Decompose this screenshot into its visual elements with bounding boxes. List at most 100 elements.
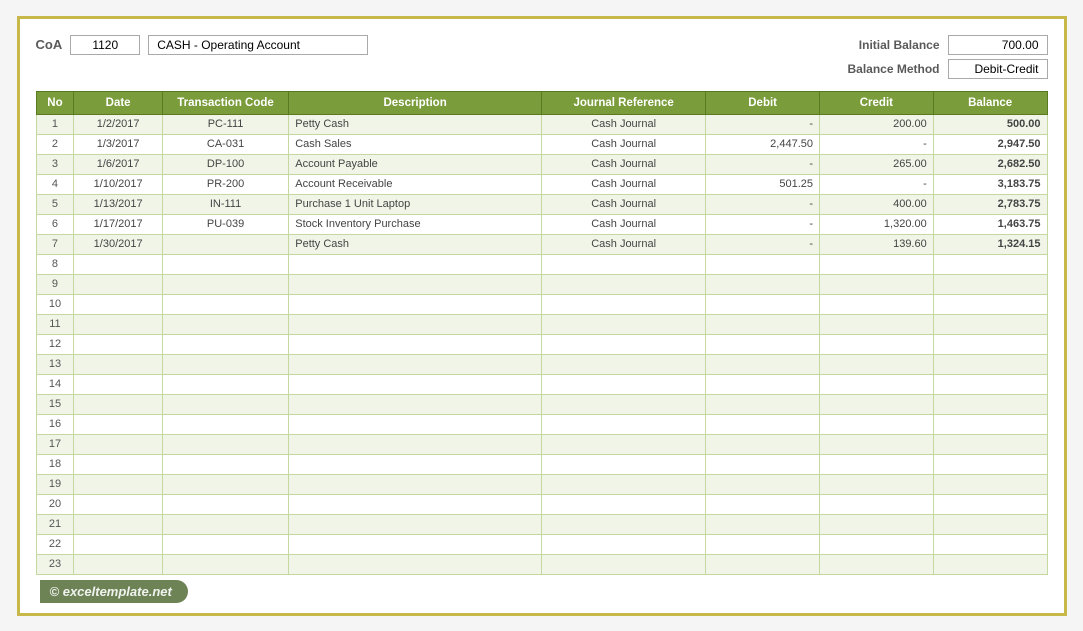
table-cell[interactable]: 8 bbox=[36, 254, 74, 274]
table-cell[interactable] bbox=[162, 354, 288, 374]
table-cell[interactable] bbox=[541, 274, 705, 294]
table-cell[interactable] bbox=[706, 334, 820, 354]
table-cell[interactable] bbox=[541, 394, 705, 414]
table-cell[interactable] bbox=[820, 414, 934, 434]
table-cell[interactable] bbox=[820, 494, 934, 514]
table-cell[interactable]: 4 bbox=[36, 174, 74, 194]
table-cell[interactable] bbox=[820, 554, 934, 574]
table-cell[interactable] bbox=[706, 274, 820, 294]
table-cell[interactable]: 1/3/2017 bbox=[74, 134, 162, 154]
table-cell[interactable]: 1 bbox=[36, 114, 74, 134]
table-cell[interactable] bbox=[706, 554, 820, 574]
table-cell[interactable]: 2,783.75 bbox=[933, 194, 1047, 214]
table-cell[interactable]: 23 bbox=[36, 554, 74, 574]
table-cell[interactable] bbox=[933, 374, 1047, 394]
table-cell[interactable]: - bbox=[706, 214, 820, 234]
table-cell[interactable] bbox=[74, 474, 162, 494]
table-cell[interactable]: 18 bbox=[36, 454, 74, 474]
table-cell[interactable] bbox=[933, 354, 1047, 374]
table-cell[interactable] bbox=[706, 314, 820, 334]
table-cell[interactable]: 2,447.50 bbox=[706, 134, 820, 154]
table-cell[interactable]: 1/6/2017 bbox=[74, 154, 162, 174]
table-cell[interactable]: 1/17/2017 bbox=[74, 214, 162, 234]
table-cell[interactable] bbox=[541, 334, 705, 354]
table-cell[interactable] bbox=[820, 434, 934, 454]
table-cell[interactable] bbox=[541, 374, 705, 394]
table-cell[interactable]: 265.00 bbox=[820, 154, 934, 174]
table-cell[interactable] bbox=[162, 274, 288, 294]
table-cell[interactable]: 2,947.50 bbox=[933, 134, 1047, 154]
table-cell[interactable] bbox=[933, 514, 1047, 534]
table-cell[interactable]: 2,682.50 bbox=[933, 154, 1047, 174]
table-cell[interactable] bbox=[933, 474, 1047, 494]
table-cell[interactable] bbox=[74, 434, 162, 454]
table-cell[interactable] bbox=[706, 254, 820, 274]
table-cell[interactable] bbox=[933, 534, 1047, 554]
table-cell[interactable]: 501.25 bbox=[706, 174, 820, 194]
coa-code[interactable]: 1120 bbox=[70, 35, 140, 55]
table-cell[interactable]: Petty Cash bbox=[289, 114, 542, 134]
table-cell[interactable] bbox=[541, 294, 705, 314]
table-cell[interactable] bbox=[162, 294, 288, 314]
table-cell[interactable]: 3,183.75 bbox=[933, 174, 1047, 194]
table-cell[interactable] bbox=[706, 414, 820, 434]
table-cell[interactable] bbox=[162, 434, 288, 454]
table-cell[interactable] bbox=[289, 314, 542, 334]
table-cell[interactable] bbox=[933, 554, 1047, 574]
table-cell[interactable] bbox=[820, 274, 934, 294]
table-cell[interactable] bbox=[541, 254, 705, 274]
table-cell[interactable] bbox=[289, 274, 542, 294]
table-cell[interactable]: - bbox=[706, 114, 820, 134]
table-cell[interactable] bbox=[289, 294, 542, 314]
table-cell[interactable] bbox=[820, 314, 934, 334]
table-cell[interactable] bbox=[162, 374, 288, 394]
table-cell[interactable] bbox=[162, 414, 288, 434]
table-cell[interactable] bbox=[933, 314, 1047, 334]
table-cell[interactable] bbox=[820, 454, 934, 474]
table-cell[interactable] bbox=[541, 534, 705, 554]
table-cell[interactable] bbox=[162, 234, 288, 254]
table-cell[interactable]: - bbox=[820, 174, 934, 194]
table-cell[interactable] bbox=[706, 374, 820, 394]
table-cell[interactable]: Petty Cash bbox=[289, 234, 542, 254]
table-cell[interactable] bbox=[289, 534, 542, 554]
table-cell[interactable] bbox=[933, 294, 1047, 314]
table-cell[interactable] bbox=[289, 434, 542, 454]
table-cell[interactable] bbox=[289, 374, 542, 394]
table-cell[interactable]: Account Receivable bbox=[289, 174, 542, 194]
table-cell[interactable]: DP-100 bbox=[162, 154, 288, 174]
table-cell[interactable] bbox=[820, 294, 934, 314]
table-cell[interactable] bbox=[74, 494, 162, 514]
table-cell[interactable] bbox=[289, 494, 542, 514]
table-cell[interactable] bbox=[74, 554, 162, 574]
table-cell[interactable] bbox=[820, 374, 934, 394]
table-cell[interactable]: 20 bbox=[36, 494, 74, 514]
table-cell[interactable] bbox=[289, 514, 542, 534]
table-cell[interactable] bbox=[289, 254, 542, 274]
table-cell[interactable]: 16 bbox=[36, 414, 74, 434]
table-cell[interactable] bbox=[706, 454, 820, 474]
table-cell[interactable]: Cash Sales bbox=[289, 134, 542, 154]
table-cell[interactable] bbox=[162, 394, 288, 414]
table-cell[interactable] bbox=[706, 354, 820, 374]
table-cell[interactable]: Stock Inventory Purchase bbox=[289, 214, 542, 234]
table-cell[interactable]: 10 bbox=[36, 294, 74, 314]
table-cell[interactable]: 17 bbox=[36, 434, 74, 454]
coa-description[interactable]: CASH - Operating Account bbox=[148, 35, 368, 55]
table-cell[interactable]: 15 bbox=[36, 394, 74, 414]
table-cell[interactable] bbox=[933, 254, 1047, 274]
table-cell[interactable] bbox=[820, 254, 934, 274]
table-cell[interactable] bbox=[74, 274, 162, 294]
table-cell[interactable] bbox=[706, 494, 820, 514]
table-cell[interactable]: 3 bbox=[36, 154, 74, 174]
table-cell[interactable] bbox=[289, 354, 542, 374]
table-cell[interactable] bbox=[820, 474, 934, 494]
table-cell[interactable] bbox=[820, 534, 934, 554]
initial-balance-value[interactable]: 700.00 bbox=[948, 35, 1048, 55]
table-cell[interactable] bbox=[706, 394, 820, 414]
table-cell[interactable] bbox=[289, 394, 542, 414]
table-cell[interactable]: Cash Journal bbox=[541, 154, 705, 174]
table-cell[interactable]: 12 bbox=[36, 334, 74, 354]
table-cell[interactable]: Cash Journal bbox=[541, 134, 705, 154]
table-cell[interactable] bbox=[162, 454, 288, 474]
